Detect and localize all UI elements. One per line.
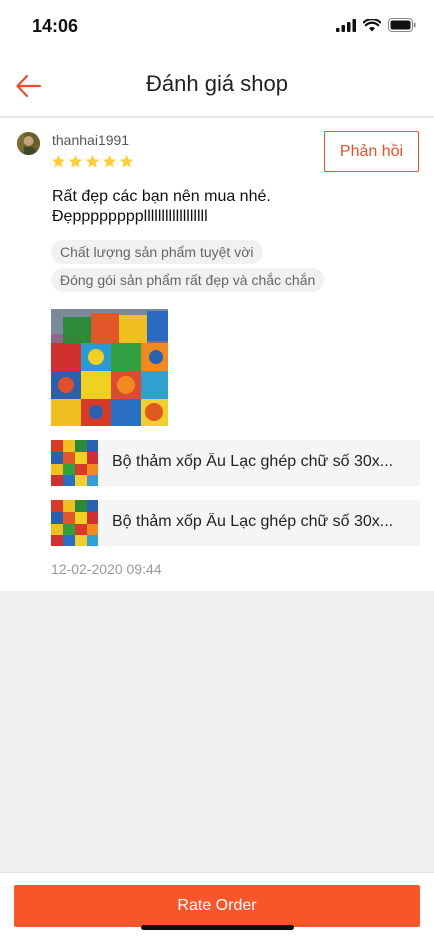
battery-icon [388,18,416,32]
review-photo[interactable] [51,309,168,426]
review-tag-quality: Chất lượng sản phẩm tuyệt vời [51,240,263,264]
review-card: thanhai1991 Phản hồi Rất đẹp các bạn nên… [0,118,434,591]
rating-stars [51,154,134,169]
signal-icon [336,18,356,32]
nav-bar: Đánh giá shop [0,55,434,117]
review-comment: Rất đẹp các bạn nên mua nhé. Đẹppppppppl… [52,187,382,227]
avatar[interactable] [17,132,40,155]
page-title: Đánh giá shop [146,71,288,96]
foam-mat-image [51,309,168,426]
product-thumbnail [51,440,98,486]
product-name: Bộ thảm xốp Âu Lạc ghép chữ số 30x... [112,453,394,470]
status-time: 14:06 [32,16,79,36]
product-image [51,500,98,546]
star-icon [68,154,83,168]
product-item[interactable]: Bộ thảm xốp Âu Lạc ghép chữ số 30x... [51,440,420,486]
avatar-image [17,132,40,155]
star-icon [119,154,134,168]
comment-line-1: Rất đẹp các bạn nên mua nhé. [52,188,271,205]
rate-order-button[interactable]: Rate Order [14,885,420,927]
review-tag-packaging: Đóng gói sản phẩm rất đẹp và chắc chắn [51,268,325,292]
product-name: Bộ thảm xốp Âu Lạc ghép chữ số 30x... [112,513,394,530]
status-bar: 14:06 [0,0,434,55]
username[interactable]: thanhai1991 [52,132,129,148]
home-indicator [141,925,294,930]
star-icon [102,154,117,168]
reply-button[interactable]: Phản hồi [324,131,419,172]
product-image [51,440,98,486]
comment-line-2: Đẹppppppppllllllllllllllllll [52,208,208,225]
wifi-icon [363,18,381,31]
product-item[interactable]: Bộ thảm xốp Âu Lạc ghép chữ số 30x... [51,500,420,546]
bottom-bar: Rate Order [0,872,434,941]
star-icon [51,154,66,168]
star-icon [85,154,100,168]
review-date: 12-02-2020 09:44 [51,561,162,577]
product-thumbnail [51,500,98,546]
status-icons [336,18,416,32]
